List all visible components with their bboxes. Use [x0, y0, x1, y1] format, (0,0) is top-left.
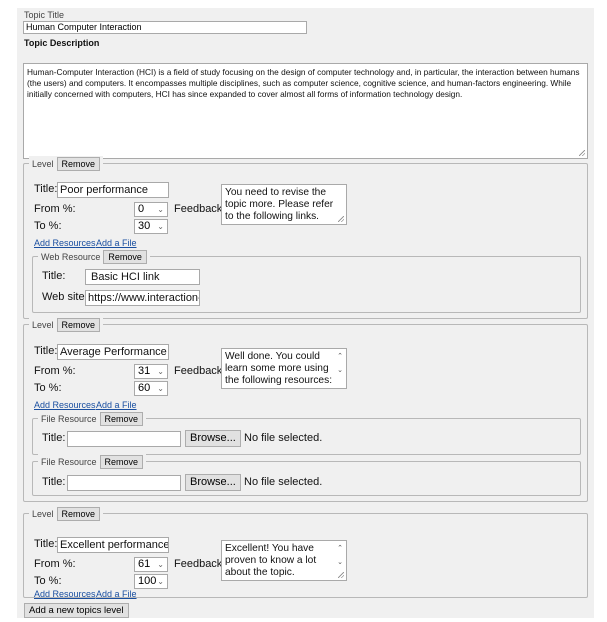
level-2-fieldset: Level Remove Title: Average Performance … — [23, 317, 588, 502]
level-1-feedback-textarea[interactable]: You need to revise the topic more. Pleas… — [221, 184, 347, 225]
topic-title-input[interactable]: Human Computer Interaction — [23, 21, 307, 34]
level-2-title-input[interactable]: Average Performance — [57, 344, 169, 360]
level-2-add-resources-link[interactable]: Add Resources — [34, 400, 96, 410]
file-resource-1-status: No file selected. — [244, 432, 323, 444]
level-2-title-label: Title: — [34, 345, 58, 357]
level-2-remove-button[interactable]: Remove — [56, 317, 101, 332]
level-1-add-file-link[interactable]: Add a File — [96, 238, 137, 248]
level-2-legend-label: Level — [32, 319, 54, 330]
topic-description-textarea[interactable]: Human-Computer Interaction (HCI) is a fi… — [23, 63, 588, 159]
level-3-from-select[interactable]: 61 ⌄ — [134, 557, 168, 572]
level-1-legend-label: Level — [32, 158, 54, 169]
add-topics-level-button[interactable]: Add a new topics level — [24, 603, 129, 618]
level-3-to-label: To %: — [34, 575, 62, 587]
scroll-down-icon[interactable]: ⌄ — [336, 365, 344, 377]
chevron-down-icon: ⌄ — [157, 577, 164, 586]
file-resource-2-browse-button[interactable]: Browse... — [185, 474, 241, 491]
chevron-down-icon: ⌄ — [157, 560, 164, 569]
level-3-remove-button[interactable]: Remove — [56, 506, 101, 521]
level-2-from-label: From %: — [34, 365, 76, 377]
scroll-up-icon[interactable]: ⌃ — [336, 351, 344, 363]
level-3-add-file-link[interactable]: Add a File — [96, 589, 137, 599]
topic-title-label: Topic Title — [24, 10, 65, 20]
level-2-feedback-label: Feedback — [174, 365, 223, 377]
level-3-from-value: 61 — [138, 558, 151, 570]
level-3-to-select[interactable]: 100 ⌄ — [134, 574, 168, 589]
level-3-from-label: From %: — [34, 558, 76, 570]
level-1-to-select[interactable]: 30 ⌄ — [134, 219, 168, 234]
level-1-web-resource-fieldset: Web Resource Remove Title: Basic HCI lin… — [32, 249, 581, 313]
level-2-feedback-textarea[interactable]: Well done. You could learn some more usi… — [221, 348, 347, 389]
file-resource-1-browse-button[interactable]: Browse... — [185, 430, 241, 447]
level-2-to-select[interactable]: 60 ⌄ — [134, 381, 168, 396]
level-1-title-label: Title: — [34, 183, 58, 195]
web-resource-legend-label: Web Resource — [41, 251, 101, 262]
file-resource-1-remove-button[interactable]: Remove — [99, 411, 144, 426]
level-3-title-label: Title: — [34, 538, 58, 550]
web-resource-title-input[interactable]: Basic HCI link — [85, 269, 200, 285]
resize-grip-icon[interactable] — [579, 150, 585, 156]
scroll-up-icon[interactable]: ⌃ — [336, 543, 344, 555]
level-3-legend: Level Remove — [29, 506, 104, 521]
file-resource-1-legend: File Resource Remove — [38, 411, 147, 426]
level-1-remove-button[interactable]: Remove — [56, 156, 101, 171]
level-3-fieldset: Level Remove Title: Excellent performanc… — [23, 506, 588, 599]
level-1-to-value: 30 — [138, 220, 151, 232]
chevron-down-icon: ⌄ — [157, 367, 164, 376]
level-3-legend-label: Level — [32, 508, 54, 519]
level-2-file-resource-1-fieldset: File Resource Remove Title: Browse... No… — [32, 411, 581, 455]
scroll-down-icon[interactable]: ⌄ — [336, 557, 344, 569]
file-resource-1-legend-label: File Resource — [41, 413, 97, 424]
topic-editor-page: Topic Title Human Computer Interaction T… — [17, 8, 594, 618]
web-resource-legend: Web Resource Remove — [38, 249, 150, 264]
level-2-file-resource-2-fieldset: File Resource Remove Title: Browse... No… — [32, 454, 581, 496]
level-2-from-value: 31 — [138, 365, 151, 377]
chevron-down-icon: ⌄ — [157, 205, 164, 214]
level-2-legend: Level Remove — [29, 317, 104, 332]
file-resource-2-title-label: Title: — [42, 476, 66, 488]
level-3-add-resources-link[interactable]: Add Resources — [34, 589, 96, 599]
file-resource-2-legend-label: File Resource — [41, 456, 97, 467]
topic-description-text: Human-Computer Interaction (HCI) is a fi… — [27, 67, 580, 99]
resize-grip-icon[interactable] — [338, 572, 344, 578]
level-3-to-value: 100 — [138, 575, 157, 587]
level-1-feedback-label: Feedback — [174, 203, 223, 215]
web-resource-remove-button[interactable]: Remove — [103, 249, 147, 264]
level-3-title-input[interactable]: Excellent performance — [57, 537, 169, 553]
web-resource-site-input[interactable]: https://www.interaction-d — [85, 290, 200, 306]
chevron-down-icon: ⌄ — [157, 384, 164, 393]
level-2-to-label: To %: — [34, 382, 62, 394]
level-2-feedback-text: Well done. You could learn some more usi… — [225, 351, 333, 386]
level-2-to-value: 60 — [138, 382, 151, 394]
resize-grip-icon[interactable] — [338, 216, 344, 222]
level-1-legend: Level Remove — [29, 156, 104, 171]
chevron-down-icon: ⌄ — [157, 222, 164, 231]
level-1-from-value: 0 — [138, 203, 145, 215]
level-2-add-file-link[interactable]: Add a File — [96, 400, 137, 410]
level-3-feedback-textarea[interactable]: Excellent! You have proven to know a lot… — [221, 540, 347, 581]
level-3-feedback-text: Excellent! You have proven to know a lot… — [225, 543, 317, 578]
file-resource-1-title-input[interactable] — [67, 431, 181, 447]
file-resource-2-legend: File Resource Remove — [38, 454, 147, 469]
level-1-feedback-text: You need to revise the topic more. Pleas… — [225, 187, 334, 222]
level-1-from-select[interactable]: 0 ⌄ — [134, 202, 168, 217]
level-1-add-resources-link[interactable]: Add Resources — [34, 238, 96, 248]
web-resource-site-label: Web site — [42, 291, 85, 303]
file-resource-2-remove-button[interactable]: Remove — [99, 454, 144, 469]
level-2-from-select[interactable]: 31 ⌄ — [134, 364, 168, 379]
file-resource-2-title-input[interactable] — [67, 475, 181, 491]
level-3-feedback-label: Feedback — [174, 558, 223, 570]
file-resource-1-title-label: Title: — [42, 432, 66, 444]
level-1-from-label: From %: — [34, 203, 76, 215]
topic-description-label: Topic Description — [24, 38, 100, 48]
file-resource-2-status: No file selected. — [244, 476, 323, 488]
level-1-to-label: To %: — [34, 220, 62, 232]
web-resource-title-label: Title: — [42, 270, 66, 282]
level-1-fieldset: Level Remove Title: Poor performance Fro… — [23, 156, 588, 319]
level-1-title-input[interactable]: Poor performance — [57, 182, 169, 198]
